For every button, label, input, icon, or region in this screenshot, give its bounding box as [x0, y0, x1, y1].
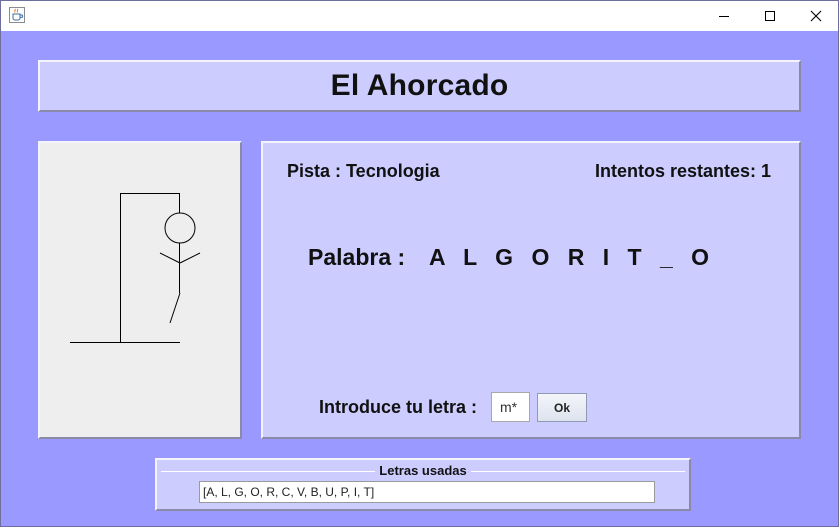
minimize-icon — [719, 16, 729, 17]
app-window: El Ahorcado Pista : Tecnologia Intentos … — [0, 0, 839, 527]
maximize-button[interactable] — [747, 1, 793, 31]
game-info-panel: Pista : Tecnologia Intentos restantes: 1… — [261, 141, 801, 439]
word-label: Palabra : — [308, 244, 406, 270]
title-bar[interactable] — [1, 1, 838, 31]
letter-input-label: Introduce tu letra : — [319, 397, 478, 417]
page-title: El Ahorcado — [330, 69, 509, 102]
used-letters-title: Letras usadas — [375, 463, 471, 478]
word-display: A L G O R I T _ O — [429, 244, 716, 270]
minimize-button[interactable] — [701, 1, 747, 31]
used-letters-field[interactable] — [199, 481, 655, 503]
remaining-attempts-label: Intentos restantes: 1 — [594, 161, 771, 181]
java-cup-icon[interactable] — [9, 7, 25, 23]
close-button[interactable] — [793, 1, 838, 31]
header-panel: El Ahorcado — [38, 60, 801, 112]
ok-button[interactable]: Ok — [537, 393, 587, 422]
close-icon — [810, 10, 822, 22]
used-letters-panel: Letras usadas — [155, 458, 691, 511]
hangman-panel — [38, 141, 242, 439]
hint-label: Pista : Tecnologia — [287, 161, 440, 181]
used-letters-title-wrap: Letras usadas — [157, 463, 689, 478]
maximize-icon — [765, 11, 775, 21]
letter-input[interactable] — [491, 392, 530, 422]
hangman-drawing-icon — [70, 193, 201, 343]
